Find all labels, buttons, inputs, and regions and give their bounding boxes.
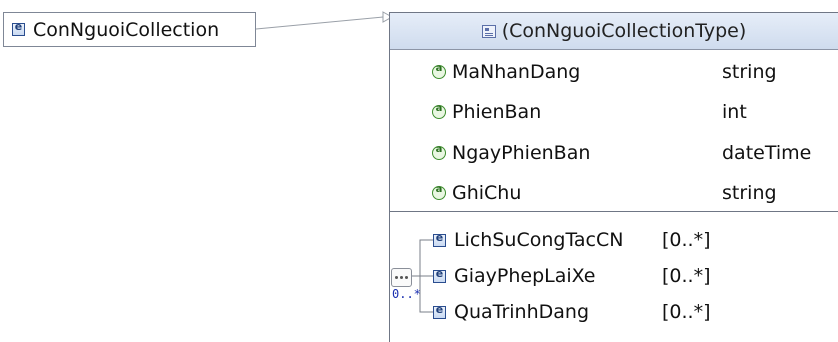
- element-icon: [433, 231, 446, 247]
- child-element-row[interactable]: QuaTrinhDang: [433, 295, 589, 329]
- child-element-occurrence: [0..*]: [662, 229, 711, 251]
- child-element-occurrence: [0..*]: [662, 301, 711, 323]
- attribute-name: MaNhanDang: [452, 61, 581, 83]
- attribute-icon: [432, 103, 446, 119]
- child-element-row[interactable]: GiayPhepLaiXe: [433, 259, 596, 293]
- attribute-name: PhienBan: [452, 101, 542, 123]
- section-divider: [390, 211, 838, 212]
- attribute-icon: [432, 144, 446, 160]
- element-icon: [433, 267, 446, 283]
- root-element-label: ConNguoiCollection: [33, 18, 220, 41]
- attribute-name: NgayPhienBan: [452, 142, 591, 164]
- complex-type-header[interactable]: (ConNguoiCollectionType): [390, 13, 838, 50]
- attribute-type: string: [722, 182, 777, 204]
- element-icon: [12, 20, 25, 36]
- attribute-row[interactable]: MaNhanDang: [432, 54, 580, 90]
- child-element-name: LichSuCongTacCN: [454, 229, 624, 251]
- child-element-occurrence: [0..*]: [662, 265, 711, 287]
- attribute-type: dateTime: [722, 142, 812, 164]
- attribute-name: GhiChu: [452, 182, 522, 204]
- attribute-row[interactable]: GhiChu: [432, 175, 521, 211]
- sequence-compositor-icon[interactable]: [391, 268, 412, 287]
- complex-type-icon: [481, 24, 496, 38]
- attribute-type: string: [722, 61, 777, 83]
- attribute-row[interactable]: PhienBan: [432, 94, 541, 130]
- attribute-row[interactable]: NgayPhienBan: [432, 135, 590, 171]
- child-element-name: GiayPhepLaiXe: [454, 265, 596, 287]
- root-element-box[interactable]: ConNguoiCollection: [3, 12, 256, 47]
- child-element-row[interactable]: LichSuCongTacCN: [433, 223, 623, 257]
- attribute-icon: [432, 184, 446, 200]
- attribute-type: int: [722, 101, 747, 123]
- child-element-name: QuaTrinhDang: [454, 301, 590, 323]
- element-icon: [433, 303, 446, 319]
- sequence-occurrence: 0..*: [392, 287, 421, 301]
- attribute-icon: [432, 63, 446, 79]
- complex-type-name: (ConNguoiCollectionType): [501, 20, 747, 42]
